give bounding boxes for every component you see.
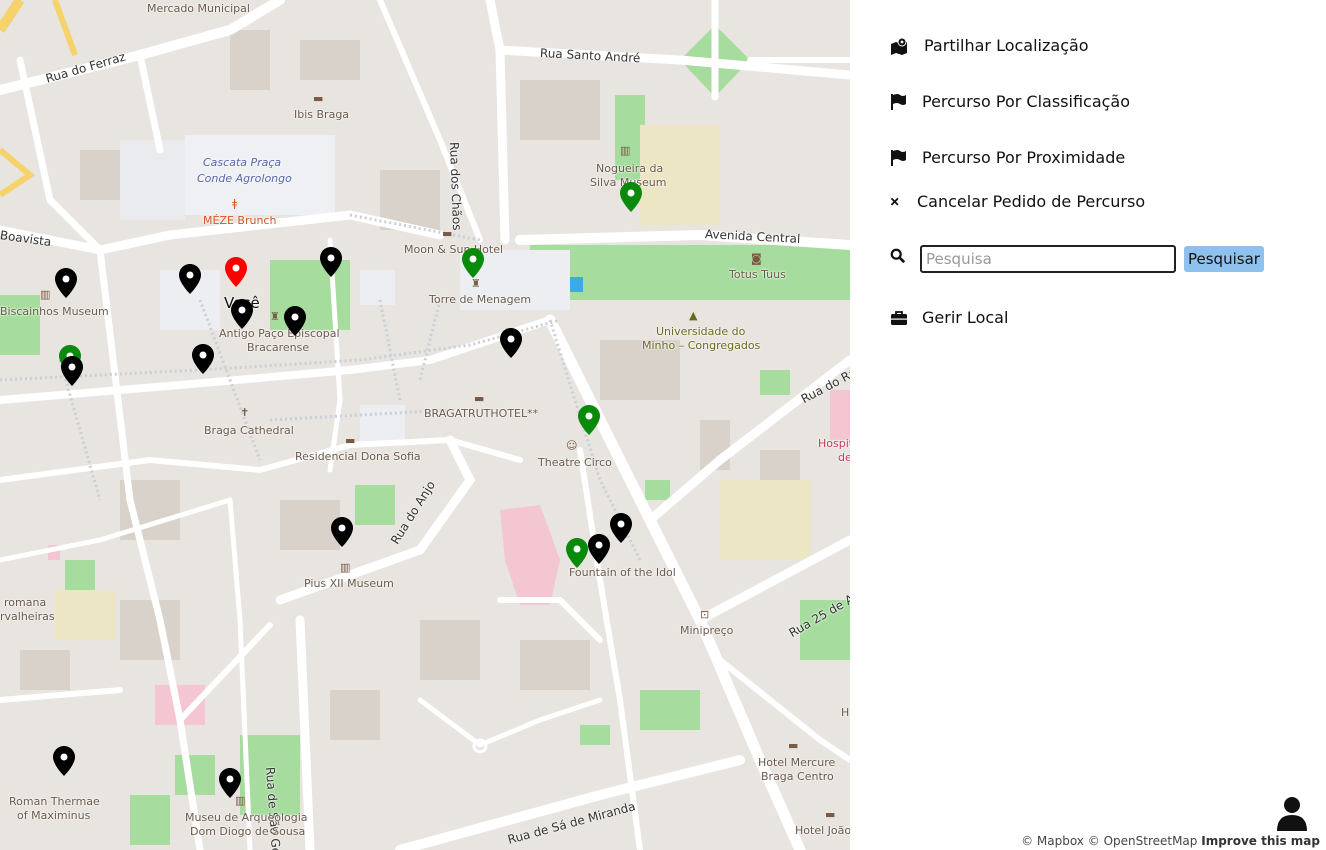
- flag-icon: [891, 93, 906, 110]
- manage-place-label: Gerir Local: [922, 308, 1009, 327]
- place-label: Cascata Praça: [203, 156, 282, 169]
- share-location-button[interactable]: Partilhar Localização: [890, 36, 1089, 55]
- map-marker-green[interactable]: [565, 537, 589, 569]
- place-label: romana: [4, 596, 47, 609]
- museum-icon: ▥: [40, 288, 51, 301]
- map-marker-green[interactable]: [619, 181, 643, 213]
- place-label: Nogueira da: [596, 162, 664, 175]
- place-label: Theatre Circo: [538, 456, 612, 469]
- search-input[interactable]: [920, 245, 1176, 273]
- museum-icon: ▥: [620, 144, 631, 157]
- map-marker-black[interactable]: [54, 267, 78, 299]
- map-marker-green[interactable]: [461, 247, 485, 279]
- search-button[interactable]: Pesquisar: [1184, 246, 1264, 272]
- place-label: Residencial Dona Sofia: [295, 450, 421, 463]
- museum-icon: ▥: [340, 561, 351, 574]
- map-location-icon: [891, 37, 907, 55]
- hotel-icon: ▬: [442, 227, 453, 240]
- shop-icon: ⊡: [700, 608, 710, 621]
- place-label: MÉZE Brunch: [203, 214, 277, 227]
- toolbox-icon: [891, 310, 907, 325]
- place-label: Bracarense: [247, 341, 310, 354]
- restaurant-icon: ǂ: [232, 197, 238, 210]
- hotel-icon: ▬: [825, 808, 836, 821]
- university-icon: ▲: [689, 309, 698, 322]
- map-marker-black[interactable]: [330, 516, 354, 548]
- place-label: Totus Tuus: [729, 268, 786, 281]
- place-label: rvalheiras: [0, 610, 55, 623]
- search-row: Pesquisar: [890, 245, 1264, 273]
- place-label: BRAGATRUTHOTEL**: [424, 407, 539, 420]
- route-by-proximity-button[interactable]: Percurso Por Proximidade: [890, 148, 1125, 167]
- place-label: Hotel Mercure: [758, 756, 836, 769]
- flag-icon: [891, 149, 906, 166]
- castle-icon: ♜: [270, 310, 280, 323]
- place-label: Hospit: [818, 437, 850, 450]
- map-marker-black[interactable]: [230, 298, 254, 330]
- hotel-icon: ▬: [474, 392, 485, 405]
- share-location-label: Partilhar Localização: [924, 36, 1089, 55]
- place-label: Pius XII Museum: [304, 577, 394, 590]
- place-label: Dom Diogo de Sousa: [190, 825, 306, 838]
- route-by-rating-button[interactable]: Percurso Por Classificação: [890, 92, 1130, 111]
- hotel-icon: ▬: [788, 739, 799, 752]
- hotel-icon: ▬: [345, 434, 356, 447]
- mapbox-attribution-link[interactable]: © Mapbox: [1021, 834, 1084, 848]
- map-marker-black[interactable]: [283, 305, 307, 337]
- place-label: Braga Cathedral: [204, 424, 294, 437]
- place-label: Moon & Sun Hotel: [404, 243, 504, 256]
- place-label: Roman Thermae: [9, 795, 100, 808]
- place-label: of Maximinus: [17, 809, 91, 822]
- map-marker-black[interactable]: [499, 327, 523, 359]
- search-icon: [890, 248, 906, 264]
- map-marker-black[interactable]: [218, 767, 242, 799]
- map-marker-black[interactable]: [319, 246, 343, 278]
- place-label: Ibis Braga: [294, 108, 350, 121]
- place-label: Torre de Menagem: [429, 293, 532, 306]
- place-label: Minho – Congregados: [642, 339, 761, 352]
- place-label: de: [838, 451, 850, 464]
- map-base-layer: [0, 0, 850, 850]
- map-attribution: © Mapbox © OpenStreetMap Improve this ma…: [1021, 834, 1320, 848]
- user-account-icon[interactable]: [1276, 796, 1308, 832]
- hotel-icon: ▬: [313, 92, 324, 105]
- place-label: H: [841, 706, 850, 719]
- manage-place-button[interactable]: Gerir Local: [890, 308, 1008, 327]
- church-icon: ✝: [240, 406, 250, 419]
- route-by-proximity-label: Percurso Por Proximidade: [922, 148, 1126, 167]
- cancel-route-label: Cancelar Pedido de Percurso: [917, 192, 1146, 211]
- map[interactable]: Rua do Ferraz Rua Santo André Rua dos Ch…: [0, 0, 850, 850]
- cancel-route-button[interactable]: Cancelar Pedido de Percurso: [890, 192, 1145, 211]
- place-label: Mercado Municipal: [147, 2, 250, 15]
- side-panel: Partilhar Localização Percurso Por Class…: [850, 0, 1326, 850]
- close-icon: [890, 197, 899, 206]
- theatre-icon: ☺: [566, 439, 578, 452]
- place-label: Biscainhos Museum: [0, 305, 109, 318]
- place-label: Braga Centro: [761, 770, 834, 783]
- osm-attribution-link[interactable]: © OpenStreetMap: [1088, 834, 1198, 848]
- place-label: Conde Agrolongo: [197, 172, 292, 185]
- place-label: Hotel João: [795, 824, 850, 837]
- map-marker-black[interactable]: [178, 263, 202, 295]
- map-marker-black[interactable]: [587, 533, 611, 565]
- map-marker-black[interactable]: [52, 745, 76, 777]
- map-marker-black[interactable]: [191, 343, 215, 375]
- route-by-rating-label: Percurso Por Classificação: [922, 92, 1131, 111]
- improve-map-link[interactable]: Improve this map: [1201, 834, 1320, 848]
- place-label: Museu de Arqueologia: [185, 811, 308, 824]
- map-marker-black[interactable]: [60, 355, 84, 387]
- place-label: Universidade do: [656, 325, 746, 338]
- place-label: Minipreço: [680, 624, 734, 637]
- user-location-marker[interactable]: [224, 256, 248, 288]
- map-marker-green[interactable]: [577, 404, 601, 436]
- map-marker-black[interactable]: [609, 512, 633, 544]
- camera-icon: ◙: [751, 252, 762, 265]
